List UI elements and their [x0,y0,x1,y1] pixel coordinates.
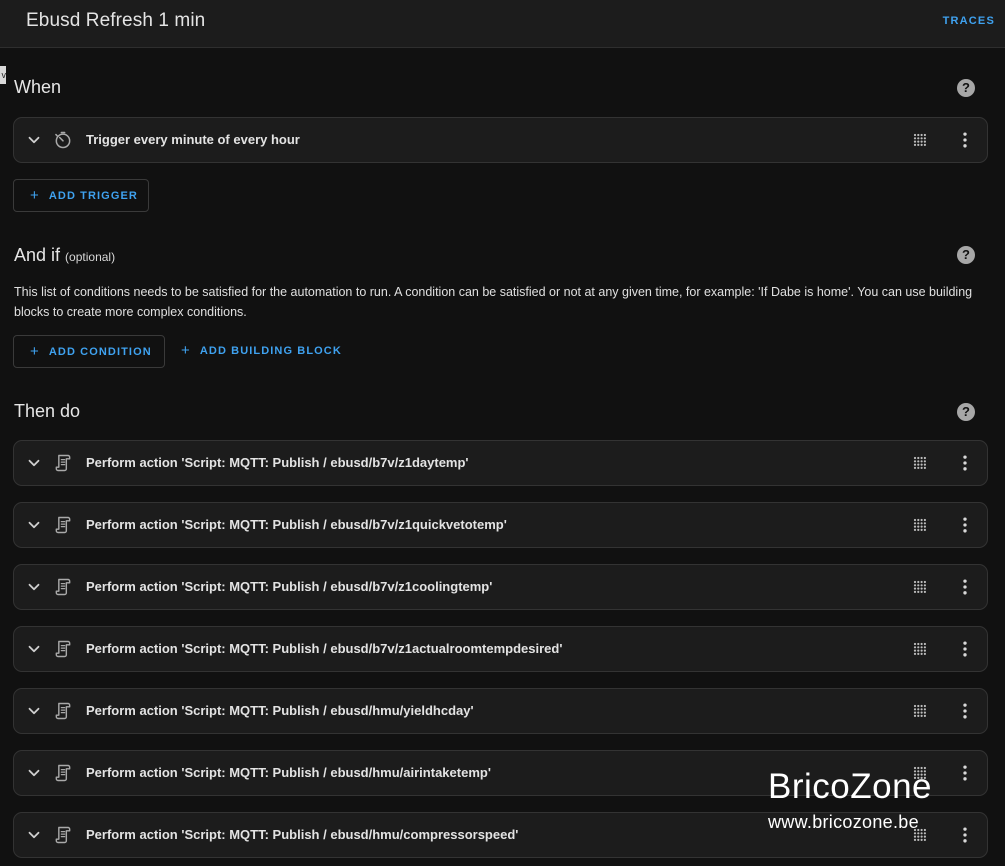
drag-handle-icon[interactable] [913,704,927,718]
drag-handle-icon[interactable] [913,518,927,532]
script-icon [55,702,71,720]
action-card[interactable]: Perform action 'Script: MQTT: Publish / … [13,626,988,672]
watermark-url: www.bricozone.be [768,812,919,832]
chevron-down-icon[interactable] [25,764,43,782]
more-vert-icon[interactable] [955,639,975,659]
script-icon [55,578,71,596]
action-label: Perform action 'Script: MQTT: Publish / … [86,703,474,718]
plus-icon: + [30,187,40,204]
more-vert-icon[interactable] [955,453,975,473]
then-do-heading: Then do [14,401,81,421]
drag-handle-icon[interactable] [913,456,927,470]
when-help-icon[interactable]: ? [957,79,975,97]
add-trigger-label: ADD TRIGGER [48,190,138,202]
script-icon [55,516,71,534]
timer-clock-icon [55,131,71,149]
then-do-help-icon[interactable]: ? [957,403,975,421]
watermark-brand: BricoZone [768,767,933,806]
trigger-card[interactable]: Trigger every minute of every hour [13,117,988,163]
script-icon [55,764,71,782]
action-label: Perform action 'Script: MQTT: Publish / … [86,641,563,656]
drag-handle-icon[interactable] [913,642,927,656]
sidebar-edge-tab[interactable]: v [0,66,6,84]
conditions-description: This list of conditions needs to be sati… [14,285,973,319]
chevron-down-icon[interactable] [25,516,43,534]
watermark: BricoZone www.bricozone.be [768,768,968,833]
chevron-down-icon[interactable] [25,454,43,472]
automation-title: Ebusd Refresh 1 min [26,10,206,31]
plus-icon: + [30,343,40,360]
action-card[interactable]: Perform action 'Script: MQTT: Publish / … [13,688,988,734]
trigger-label: Trigger every minute of every hour [86,132,300,147]
chevron-down-icon[interactable] [25,131,43,149]
more-vert-icon[interactable] [955,577,975,597]
drag-handle-icon[interactable] [913,580,927,594]
action-card[interactable]: Perform action 'Script: MQTT: Publish / … [13,564,988,610]
action-label: Perform action 'Script: MQTT: Publish / … [86,579,493,594]
action-label: Perform action 'Script: MQTT: Publish / … [86,765,491,780]
action-card[interactable]: Perform action 'Script: MQTT: Publish / … [13,502,988,548]
chevron-down-icon[interactable] [25,702,43,720]
action-label: Perform action 'Script: MQTT: Publish / … [86,827,519,842]
script-icon [55,454,71,472]
more-vert-icon[interactable] [955,701,975,721]
action-label: Perform action 'Script: MQTT: Publish / … [86,455,469,470]
chevron-down-icon[interactable] [25,826,43,844]
add-condition-button[interactable]: + ADD CONDITION [13,335,165,368]
and-if-help-icon[interactable]: ? [957,246,975,264]
and-if-heading: And if (optional) [14,245,115,266]
plus-icon: + [181,342,191,359]
action-label: Perform action 'Script: MQTT: Publish / … [86,517,507,532]
chevron-down-icon[interactable] [25,578,43,596]
add-building-block-label: ADD BUILDING BLOCK [199,345,342,357]
action-card[interactable]: Perform action 'Script: MQTT: Publish / … [13,440,988,486]
optional-tag: (optional) [65,250,116,264]
add-condition-label: ADD CONDITION [48,346,152,358]
add-building-block-button[interactable]: + ADD BUILDING BLOCK [165,335,355,368]
script-icon [55,826,71,844]
when-heading: When [14,77,62,97]
top-app-bar: Ebusd Refresh 1 min TRACES [0,0,1005,48]
add-trigger-button[interactable]: + ADD TRIGGER [13,179,149,212]
script-icon [55,640,71,658]
traces-button[interactable]: TRACES [943,15,995,27]
chevron-down-icon[interactable] [25,640,43,658]
and-if-title: And if [14,245,61,265]
more-vert-icon[interactable] [955,130,975,150]
more-vert-icon[interactable] [955,515,975,535]
drag-handle-icon[interactable] [913,133,927,147]
